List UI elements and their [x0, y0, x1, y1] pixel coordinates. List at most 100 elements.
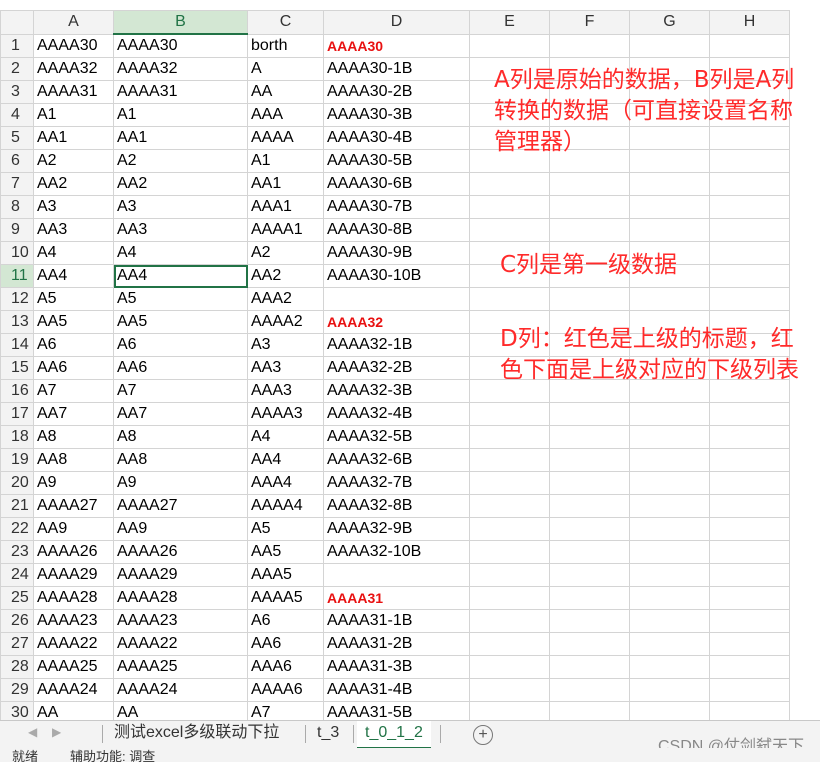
cell-empty[interactable] — [629, 701, 710, 720]
column-header-c[interactable]: C — [247, 10, 324, 35]
cell-empty[interactable] — [549, 195, 630, 219]
row-header[interactable]: 1 — [0, 33, 34, 58]
cell-c[interactable]: A2 — [247, 241, 324, 265]
cell-d[interactable]: AAAA30-6B — [323, 172, 470, 196]
cell-c[interactable]: AAAA5 — [247, 586, 324, 610]
cell-b[interactable]: AA3 — [113, 218, 248, 242]
row-header[interactable]: 2 — [0, 57, 34, 81]
cell-a[interactable]: AAAA32 — [33, 57, 114, 81]
row-header[interactable]: 28 — [0, 655, 34, 679]
cell-a[interactable]: AA3 — [33, 218, 114, 242]
cell-d[interactable]: AAAA30-1B — [323, 57, 470, 81]
row-header[interactable]: 21 — [0, 494, 34, 518]
cell-empty[interactable] — [469, 402, 550, 426]
cell-b[interactable]: AAAA26 — [113, 540, 248, 564]
cell-empty[interactable] — [629, 586, 710, 610]
cell-b[interactable]: AAAA24 — [113, 678, 248, 702]
cell-c[interactable]: A1 — [247, 149, 324, 173]
cell-empty[interactable] — [469, 218, 550, 242]
cell-b[interactable]: AAAA30 — [113, 33, 248, 58]
cell-empty[interactable] — [709, 448, 790, 472]
row-header[interactable]: 20 — [0, 471, 34, 495]
cell-a[interactable]: AAAA31 — [33, 80, 114, 104]
cell-empty[interactable] — [709, 655, 790, 679]
cell-d[interactable]: AAAA30-4B — [323, 126, 470, 150]
cell-empty[interactable] — [469, 33, 550, 58]
cell-c[interactable]: AAA2 — [247, 287, 324, 311]
column-header-h[interactable]: H — [709, 10, 790, 35]
cell-a[interactable]: A9 — [33, 471, 114, 495]
cell-empty[interactable] — [629, 678, 710, 702]
cell-c[interactable]: A — [247, 57, 324, 81]
cell-a[interactable]: AA6 — [33, 356, 114, 380]
select-all-corner[interactable] — [0, 10, 34, 35]
cell-c[interactable]: A5 — [247, 517, 324, 541]
cell-c[interactable]: AAAA1 — [247, 218, 324, 242]
column-header-a[interactable]: A — [33, 10, 114, 35]
cell-d[interactable]: AAAA31-5B — [323, 701, 470, 720]
cell-a[interactable]: AA1 — [33, 126, 114, 150]
cell-d[interactable]: AAAA30-5B — [323, 149, 470, 173]
cell-a[interactable]: A7 — [33, 379, 114, 403]
cell-b[interactable]: AA — [113, 701, 248, 720]
cell-empty[interactable] — [549, 33, 630, 58]
cell-c[interactable]: AA4 — [247, 448, 324, 472]
cell-empty[interactable] — [709, 563, 790, 587]
cell-empty[interactable] — [469, 517, 550, 541]
cell-empty[interactable] — [629, 540, 710, 564]
cell-c[interactable]: AAA5 — [247, 563, 324, 587]
row-header[interactable]: 16 — [0, 379, 34, 403]
cell-empty[interactable] — [709, 678, 790, 702]
cell-b[interactable]: A2 — [113, 149, 248, 173]
cell-empty[interactable] — [709, 195, 790, 219]
cell-c[interactable]: AA5 — [247, 540, 324, 564]
cell-a[interactable]: A8 — [33, 425, 114, 449]
cell-empty[interactable] — [629, 655, 710, 679]
cell-empty[interactable] — [709, 701, 790, 720]
cell-b[interactable]: A8 — [113, 425, 248, 449]
cell-c[interactable]: A3 — [247, 333, 324, 357]
cell-empty[interactable] — [549, 172, 630, 196]
cell-empty[interactable] — [629, 402, 710, 426]
cell-a[interactable]: A4 — [33, 241, 114, 265]
cell-b[interactable]: AA5 — [113, 310, 248, 334]
row-header[interactable]: 23 — [0, 540, 34, 564]
cell-b[interactable]: AAAA28 — [113, 586, 248, 610]
row-header[interactable]: 29 — [0, 678, 34, 702]
cell-empty[interactable] — [549, 425, 630, 449]
cell-d[interactable]: AAAA32-10B — [323, 540, 470, 564]
cell-d[interactable]: AAAA32 — [323, 310, 470, 334]
cell-empty[interactable] — [469, 701, 550, 720]
row-header[interactable]: 7 — [0, 172, 34, 196]
cell-empty[interactable] — [469, 448, 550, 472]
cell-c[interactable]: borth — [247, 33, 324, 58]
cell-a[interactable]: AA9 — [33, 517, 114, 541]
cell-a[interactable]: AA5 — [33, 310, 114, 334]
cell-empty[interactable] — [469, 563, 550, 587]
cell-a[interactable]: AAAA26 — [33, 540, 114, 564]
row-header[interactable]: 17 — [0, 402, 34, 426]
cell-empty[interactable] — [469, 609, 550, 633]
cell-c[interactable]: AAAA3 — [247, 402, 324, 426]
cell-a[interactable]: AAAA28 — [33, 586, 114, 610]
cell-empty[interactable] — [549, 402, 630, 426]
cell-c[interactable]: AA1 — [247, 172, 324, 196]
row-header[interactable]: 10 — [0, 241, 34, 265]
cell-a[interactable]: AA2 — [33, 172, 114, 196]
cell-a[interactable]: A6 — [33, 333, 114, 357]
row-header[interactable]: 30 — [0, 701, 34, 720]
cell-d[interactable]: AAAA32-2B — [323, 356, 470, 380]
row-header[interactable]: 18 — [0, 425, 34, 449]
add-sheet-icon[interactable]: + — [473, 725, 493, 745]
cell-c[interactable]: AAA3 — [247, 379, 324, 403]
cell-d[interactable]: AAAA30-9B — [323, 241, 470, 265]
cell-c[interactable]: A6 — [247, 609, 324, 633]
cell-empty[interactable] — [469, 425, 550, 449]
cell-empty[interactable] — [629, 218, 710, 242]
cell-d[interactable]: AAAA31-1B — [323, 609, 470, 633]
cell-b[interactable]: AA2 — [113, 172, 248, 196]
cell-empty[interactable] — [549, 287, 630, 311]
cell-b[interactable]: A5 — [113, 287, 248, 311]
cell-empty[interactable] — [549, 655, 630, 679]
tab-sheet-3[interactable]: t_0_1_2 — [357, 721, 431, 749]
